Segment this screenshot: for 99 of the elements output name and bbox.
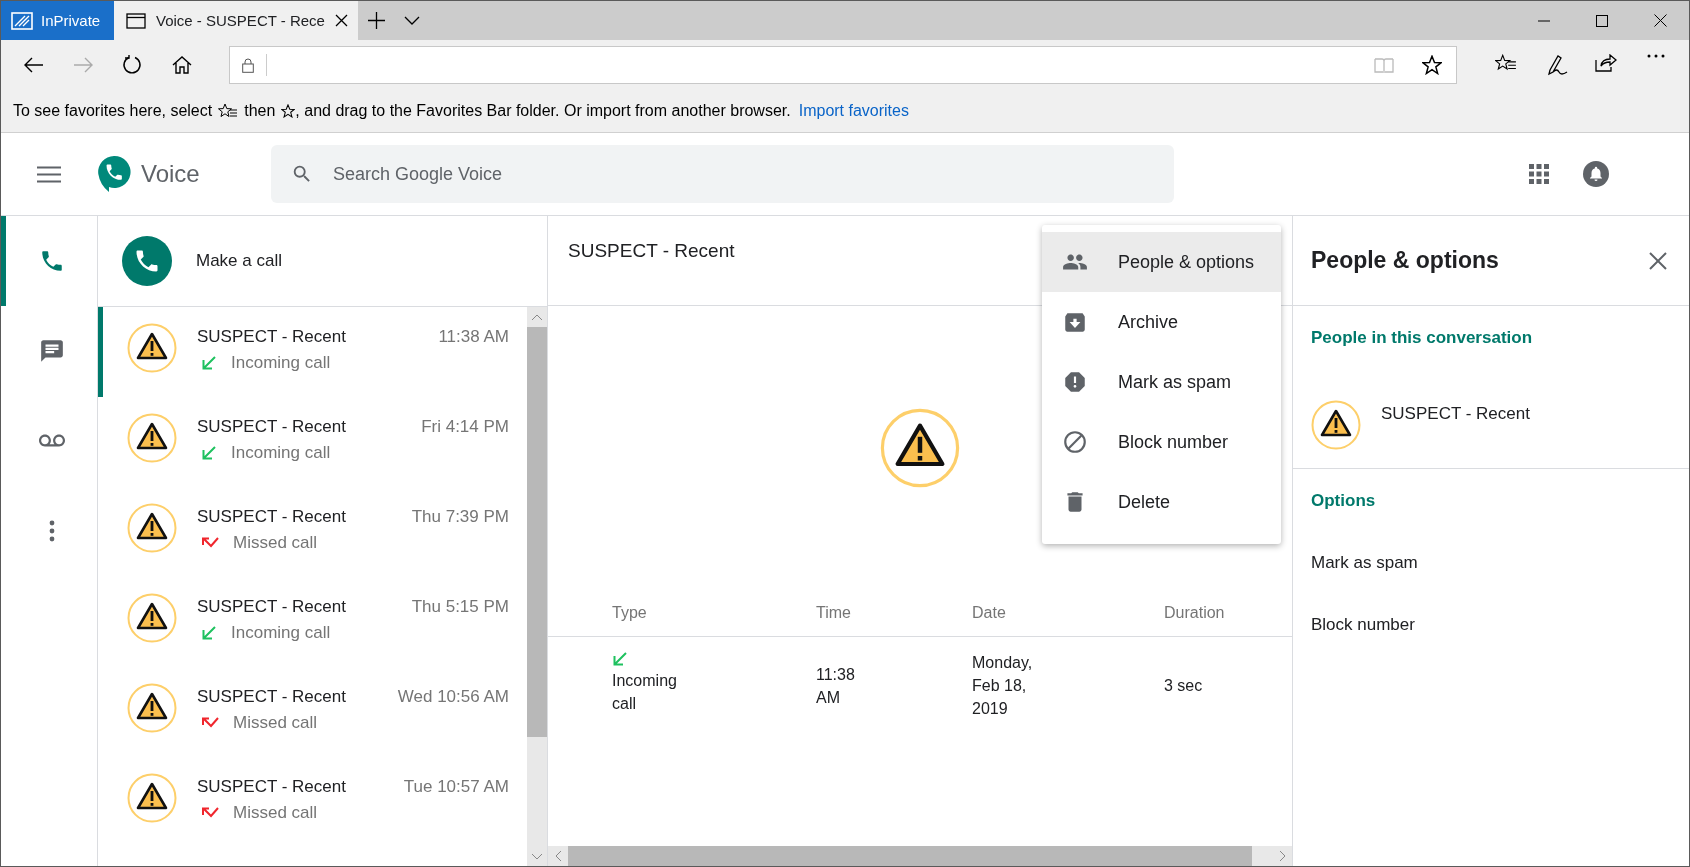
call-type-text: Missed call xyxy=(233,713,318,733)
scroll-right-icon[interactable] xyxy=(1278,850,1286,862)
make-call-button[interactable] xyxy=(122,236,172,286)
chevron-down-icon[interactable] xyxy=(404,16,420,25)
missed-arrow-icon xyxy=(201,537,219,549)
new-tab-icon[interactable] xyxy=(367,12,385,29)
incoming-arrow-icon xyxy=(612,651,628,667)
menu-icon[interactable] xyxy=(37,165,61,183)
favorites-list-icon[interactable] xyxy=(1495,54,1517,72)
app-name: Voice xyxy=(141,160,200,188)
call-type-text: Incoming call xyxy=(231,623,331,643)
make-call-label[interactable]: Make a call xyxy=(196,251,282,271)
favorites-hint-text: then xyxy=(244,102,276,120)
caller-name: SUSPECT - Recent xyxy=(197,507,347,527)
call-type-text: Incoming call xyxy=(231,353,331,373)
section-heading: People in this conversation xyxy=(1311,328,1533,347)
call-type-text: Missed call xyxy=(233,533,318,553)
call-list-item[interactable]: SUSPECT - Recent Missed call Wed 10:56 AM xyxy=(98,667,527,757)
favorites-list-icon xyxy=(218,103,239,119)
search-icon[interactable] xyxy=(291,163,313,185)
call-time: Fri 4:14 PM xyxy=(421,416,509,437)
call-time: Wed 10:56 AM xyxy=(397,686,509,707)
column-header: Time xyxy=(816,604,851,621)
menu-item[interactable]: Delete xyxy=(1042,472,1281,532)
warning-avatar-icon xyxy=(127,683,177,733)
call-list-item[interactable]: SUSPECT - Recent Incoming call Thu 5:15 PM xyxy=(98,577,527,667)
incoming-arrow-icon xyxy=(201,445,217,461)
option-link[interactable]: Mark as spam xyxy=(1311,553,1418,572)
favorites-hint-text: To see favorites here, select xyxy=(13,102,213,120)
back-arrow-icon[interactable] xyxy=(23,57,44,73)
warning-avatar-icon xyxy=(127,593,177,643)
warning-avatar-icon xyxy=(1311,400,1361,450)
minimize-icon[interactable] xyxy=(1538,19,1550,22)
close-window-icon[interactable] xyxy=(1653,14,1667,27)
menu-item[interactable]: Block number xyxy=(1042,412,1281,472)
menu-item[interactable]: People & options xyxy=(1042,232,1281,292)
panel-title: People & options xyxy=(1311,247,1499,274)
menu-item[interactable]: Archive xyxy=(1042,292,1281,352)
call-time: Thu 5:15 PM xyxy=(411,596,509,617)
voice-logo-icon xyxy=(97,155,131,193)
import-favorites-link[interactable]: Import favorites xyxy=(798,102,909,120)
message-icon xyxy=(38,338,65,364)
inprivate-icon xyxy=(11,11,33,30)
section-heading: Options xyxy=(1311,491,1376,510)
call-list-item[interactable]: SUSPECT - Recent Missed call Thu 7:39 PM xyxy=(98,487,527,577)
call-list-item[interactable]: SUSPECT - Recent Missed call Tue 10:57 AM xyxy=(98,757,527,847)
conversation-title: SUSPECT - Recent xyxy=(568,240,735,261)
share-icon[interactable] xyxy=(1595,54,1617,72)
favorite-star-icon xyxy=(1422,55,1442,75)
maximize-icon[interactable] xyxy=(1596,14,1608,27)
call-time: Tue 10:57 AM xyxy=(403,776,509,797)
incoming-arrow-icon xyxy=(201,355,217,371)
call-type-text: Incoming call xyxy=(231,443,331,463)
caller-name: SUSPECT - Recent xyxy=(197,417,347,437)
warning-avatar-icon xyxy=(880,408,960,488)
browser-tab[interactable]: Voice - SUSPECT - Rece xyxy=(114,1,358,40)
call-time: 11:38 AM xyxy=(438,326,509,347)
caller-name: SUSPECT - Recent xyxy=(197,327,347,347)
warning-avatar-icon xyxy=(127,323,177,373)
inprivate-label: InPrivate xyxy=(41,12,101,29)
spam-icon xyxy=(1062,369,1088,395)
warning-avatar-icon xyxy=(127,503,177,553)
table-cell: 3 sec xyxy=(1164,677,1203,694)
call-time: Thu 7:39 PM xyxy=(411,506,509,527)
scroll-up-icon[interactable] xyxy=(531,313,543,321)
page-icon xyxy=(126,12,146,29)
menu-item[interactable]: Mark as spam xyxy=(1042,352,1281,412)
block-icon xyxy=(1062,429,1088,455)
call-list-item[interactable]: SUSPECT - Recent Incoming call Fri 4:14 PM xyxy=(98,397,527,487)
missed-arrow-icon xyxy=(201,717,219,729)
close-tab-icon[interactable] xyxy=(335,14,348,27)
column-header: Type xyxy=(612,604,647,621)
warning-avatar-icon xyxy=(127,773,177,823)
missed-arrow-icon xyxy=(201,807,219,819)
table-cell-text: Monday, Feb 18, 2019 xyxy=(972,653,1034,719)
column-header: Duration xyxy=(1164,604,1225,621)
star-icon xyxy=(281,104,296,118)
caller-name: SUSPECT - Recent xyxy=(197,597,347,617)
column-header: Date xyxy=(972,604,1006,621)
incoming-arrow-icon xyxy=(201,625,217,641)
person-name: SUSPECT - Recent xyxy=(1381,403,1530,424)
lock-icon xyxy=(241,57,254,73)
close-icon[interactable] xyxy=(1649,251,1667,270)
more-icon xyxy=(48,520,55,542)
table-cell-text: Incoming call xyxy=(612,671,678,714)
refresh-icon[interactable] xyxy=(122,55,143,75)
option-link[interactable]: Block number xyxy=(1311,615,1415,634)
scroll-left-icon[interactable] xyxy=(554,850,562,862)
home-icon[interactable] xyxy=(171,56,192,74)
table-cell-text: 11:38 AM xyxy=(816,664,856,708)
scroll-down-icon[interactable] xyxy=(531,852,543,860)
caller-name: SUSPECT - Recent xyxy=(197,777,347,797)
favorites-hint-text: , and drag to the Favorites Bar folder. Or import from another browser. xyxy=(295,102,791,120)
apps-grid-icon[interactable] xyxy=(1529,164,1549,184)
warning-avatar-icon xyxy=(127,413,177,463)
notifications-icon[interactable] xyxy=(1583,161,1609,187)
more-options-icon[interactable] xyxy=(1647,54,1665,58)
call-type-text: Missed call xyxy=(233,803,318,823)
caller-name: SUSPECT - Recent xyxy=(197,687,347,707)
